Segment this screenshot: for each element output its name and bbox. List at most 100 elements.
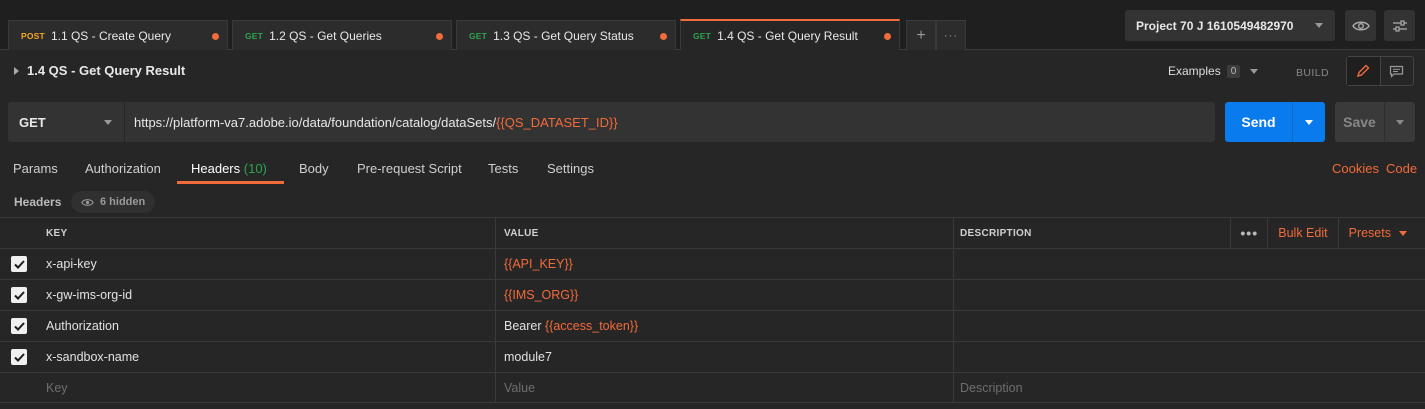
headers-section-label: Headers	[14, 195, 62, 209]
new-key-input[interactable]: Key	[38, 373, 495, 402]
header-key-cell[interactable]: x-api-key	[38, 249, 495, 279]
send-button[interactable]: Send	[1225, 102, 1293, 142]
manage-environments-button[interactable]	[1384, 10, 1415, 41]
tab-method: GET	[693, 30, 712, 41]
eye-icon	[81, 198, 94, 206]
save-options-button[interactable]	[1385, 102, 1415, 142]
table-row: x-gw-ims-org-id {{IMS_ORG}}	[0, 279, 1425, 310]
edit-mode-button[interactable]	[1347, 57, 1381, 85]
tab-create-query[interactable]: POST 1.1 QS - Create Query	[8, 20, 228, 50]
url-base: https://platform-va7.adobe.io/data/found…	[134, 114, 497, 130]
chevron-down-icon	[1305, 119, 1313, 125]
row-checkbox[interactable]	[11, 349, 27, 365]
header-value-cell[interactable]: {{API_KEY}}	[495, 249, 953, 279]
header-description-cell[interactable]	[953, 311, 1425, 341]
header-description-cell[interactable]	[953, 249, 1425, 279]
row-checkbox[interactable]	[11, 318, 27, 334]
tab-label: 1.3 QS - Get Query Status	[493, 28, 634, 43]
header-value-cell[interactable]: module7	[495, 342, 953, 372]
tab-tests[interactable]: Tests	[488, 161, 518, 176]
tab-get-query-status[interactable]: GET 1.3 QS - Get Query Status	[456, 20, 676, 50]
tab-options-button[interactable]: ···	[936, 20, 966, 50]
value-variable: {{IMS_ORG}}	[504, 288, 579, 302]
environment-quick-look-button[interactable]	[1345, 10, 1376, 41]
checkbox-cell	[0, 249, 38, 279]
presets-dropdown[interactable]: Presets	[1339, 226, 1425, 240]
new-value-input[interactable]: Value	[495, 373, 953, 402]
build-label: BUILD	[1296, 67, 1329, 79]
tab-method: POST	[21, 30, 45, 41]
value-text: module7	[504, 350, 552, 364]
checkbox-cell	[0, 342, 38, 372]
chevron-down-icon	[1399, 230, 1407, 236]
unsaved-dot	[660, 33, 667, 40]
header-description-cell[interactable]	[953, 280, 1425, 310]
chevron-down-icon	[1250, 68, 1259, 74]
more-options-icon[interactable]: •••	[1231, 225, 1267, 241]
send-split-button: Send	[1225, 102, 1325, 142]
header-key-cell[interactable]: x-sandbox-name	[38, 342, 495, 372]
header-value-cell[interactable]: Bearer {{access_token}}	[495, 311, 953, 341]
save-button[interactable]: Save	[1335, 102, 1385, 142]
code-link[interactable]: Code	[1386, 161, 1417, 176]
presets-label: Presets	[1348, 226, 1391, 240]
column-header-key: KEY	[46, 227, 68, 239]
header-key-cell[interactable]: Authorization	[38, 311, 495, 341]
examples-dropdown[interactable]: Examples 0	[1168, 64, 1259, 78]
comments-button[interactable]	[1381, 57, 1414, 85]
sliders-icon	[1392, 19, 1407, 32]
tab-label: 1.4 QS - Get Query Result	[717, 28, 858, 43]
new-tab-button[interactable]: +	[906, 20, 936, 50]
method-selector[interactable]: GET	[8, 102, 124, 142]
tab-label: 1.2 QS - Get Queries	[269, 28, 382, 43]
tab-get-query-result[interactable]: GET 1.4 QS - Get Query Result	[680, 19, 900, 50]
tab-label: 1.1 QS - Create Query	[50, 28, 171, 43]
hidden-headers-label: 6 hidden	[100, 196, 146, 208]
save-split-button: Save	[1335, 102, 1415, 142]
bulk-edit-link[interactable]: Bulk Edit	[1268, 226, 1337, 240]
row-checkbox[interactable]	[11, 256, 27, 272]
send-options-button[interactable]	[1293, 102, 1325, 142]
checkbox-column-header	[0, 218, 38, 248]
header-value-cell[interactable]: {{IMS_ORG}}	[495, 280, 953, 310]
active-tab-indicator	[177, 181, 284, 184]
cookies-link[interactable]: Cookies	[1332, 161, 1379, 176]
hidden-headers-toggle[interactable]: 6 hidden	[71, 191, 156, 213]
pencil-icon	[1357, 64, 1370, 78]
table-header-row: KEY VALUE DESCRIPTION ••• Bulk Edit Pres…	[0, 217, 1425, 248]
mode-toggle	[1346, 56, 1414, 86]
url-input[interactable]: https://platform-va7.adobe.io/data/found…	[125, 102, 1215, 142]
header-description-cell[interactable]	[953, 342, 1425, 372]
checkbox-cell	[0, 311, 38, 341]
table-row: x-api-key {{API_KEY}}	[0, 248, 1425, 279]
tab-headers-label: Headers	[191, 161, 241, 176]
checkbox-cell	[0, 280, 38, 310]
tab-prerequest-script[interactable]: Pre-request Script	[357, 161, 462, 176]
unsaved-dot	[884, 33, 891, 40]
unsaved-dot	[212, 33, 219, 40]
table-row: x-sandbox-name module7	[0, 341, 1425, 372]
new-description-input[interactable]: Description	[953, 373, 1425, 402]
examples-label: Examples	[1168, 64, 1221, 78]
value-variable: {{API_KEY}}	[504, 257, 573, 271]
column-header-description: DESCRIPTION ••• Bulk Edit Presets	[953, 218, 1425, 248]
tab-method: GET	[245, 30, 264, 41]
headers-count: (10)	[243, 161, 267, 176]
url-variable: {{QS_DATASET_ID}}	[496, 114, 618, 130]
value-text: Bearer	[504, 319, 545, 333]
tab-params[interactable]: Params	[13, 161, 58, 176]
environment-selector[interactable]: Project 70 J 1610549482970	[1125, 10, 1335, 41]
table-actions: ••• Bulk Edit Presets	[1230, 218, 1425, 248]
ellipsis-icon: ···	[944, 29, 958, 42]
header-key-cell[interactable]: x-gw-ims-org-id	[38, 280, 495, 310]
tab-settings[interactable]: Settings	[547, 161, 594, 176]
tab-body[interactable]: Body	[299, 161, 329, 176]
tab-get-queries[interactable]: GET 1.2 QS - Get Queries	[232, 20, 452, 50]
unsaved-dot	[436, 33, 443, 40]
row-checkbox[interactable]	[11, 287, 27, 303]
request-name: 1.4 QS - Get Query Result	[27, 63, 186, 78]
tab-authorization[interactable]: Authorization	[85, 161, 161, 176]
examples-count: 0	[1226, 64, 1241, 78]
tab-headers[interactable]: Headers (10)	[191, 161, 267, 176]
request-title[interactable]: 1.4 QS - Get Query Result	[14, 63, 185, 78]
